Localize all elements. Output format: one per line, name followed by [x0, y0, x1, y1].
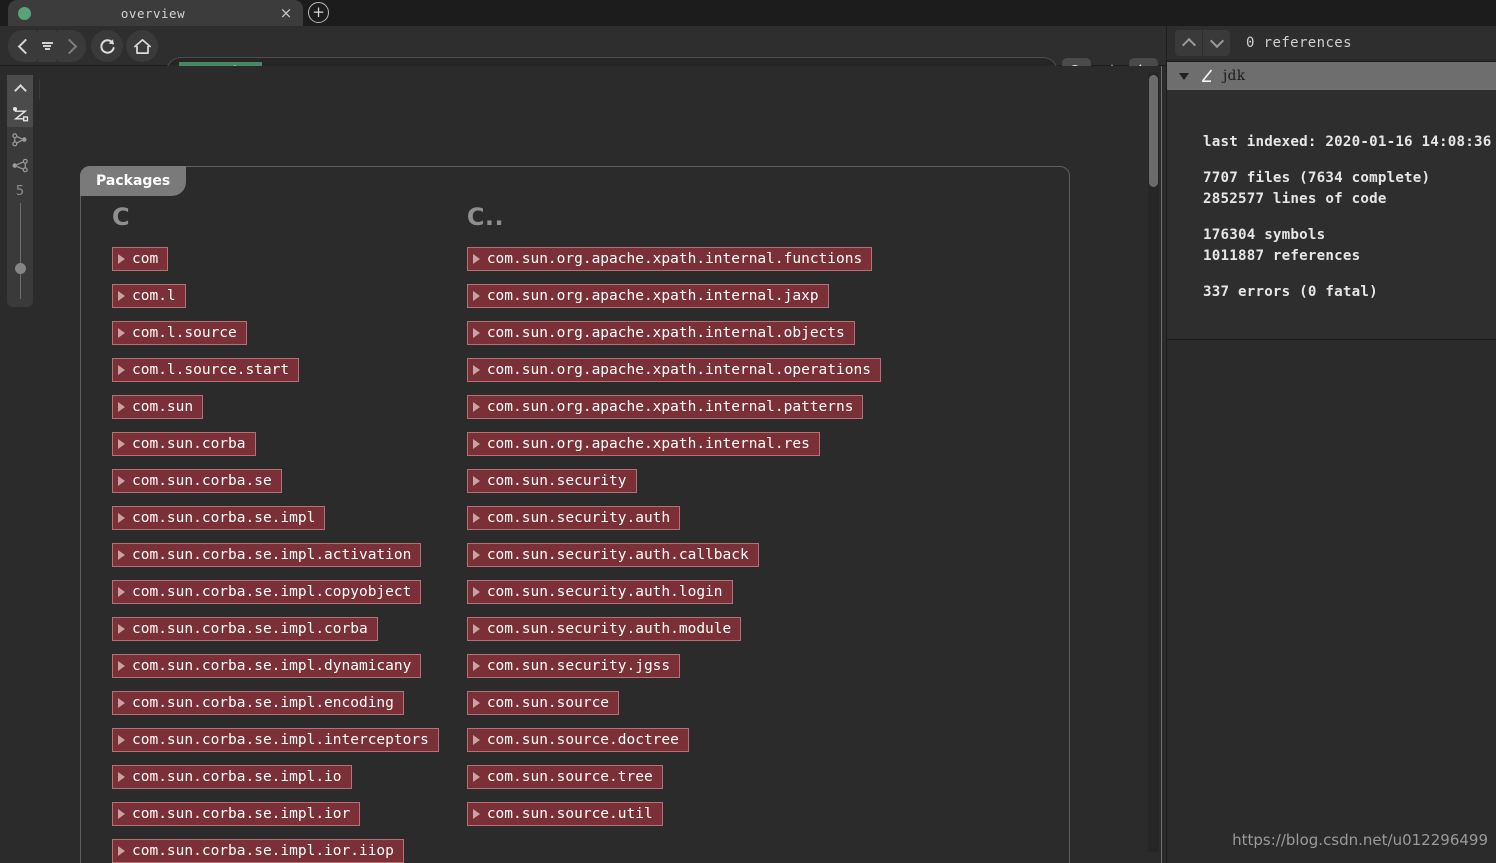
stats-spacer	[1203, 153, 1496, 168]
index-stats: last indexed: 2020-01-16 14:08:36 7707 fi…	[1167, 90, 1496, 340]
triangle-down-icon[interactable]	[1179, 72, 1189, 80]
expand-triangle-icon	[472, 772, 480, 782]
package-chip[interactable]: com.sun.source.doctree	[466, 728, 689, 752]
left-rail: 5	[7, 75, 33, 307]
expand-triangle-icon	[472, 365, 480, 375]
right-panel: 0 references jdk last indexed: 2020-01-1…	[1166, 26, 1496, 863]
stats-line: 337 errors (0 fatal)	[1203, 284, 1378, 300]
back-button[interactable]	[8, 30, 38, 62]
packages-panel: Packages C com com.l com.l.source com.l.sou…	[80, 166, 1070, 863]
tab-title: overview	[120, 5, 186, 21]
tree-node-jdk[interactable]: jdk	[1167, 61, 1496, 90]
package-chip[interactable]: com.sun.source.util	[466, 802, 663, 826]
source-icon	[1199, 68, 1215, 84]
expand-triangle-icon	[472, 254, 480, 264]
stats-line: 1011887 references	[1203, 248, 1361, 264]
chevron-left-icon	[17, 38, 33, 54]
package-chip[interactable]: com.sun.security.jgss	[466, 654, 681, 678]
package-chip[interactable]: com.sun.security.auth.callback	[466, 543, 759, 567]
rail-network-button[interactable]	[7, 153, 33, 179]
chevron-right-icon	[61, 38, 77, 54]
reload-button[interactable]	[91, 30, 123, 62]
browser-tab-overview[interactable]: overview ×	[8, 0, 303, 26]
scrollbar-thumb[interactable]	[1149, 75, 1158, 187]
right-panel-body	[1167, 339, 1496, 863]
rail-hierarchy-button[interactable]	[7, 127, 33, 153]
slider-knob[interactable]	[15, 263, 26, 274]
stats-line: 176304 symbols	[1203, 227, 1326, 243]
rail-collapse-button[interactable]	[7, 75, 33, 101]
package-chip[interactable]: com.sun.source	[466, 691, 620, 715]
tree-node-label: jdk	[1223, 68, 1246, 84]
expand-triangle-icon	[472, 809, 480, 819]
chevron-down-icon	[1209, 33, 1224, 48]
reload-icon	[99, 38, 115, 54]
package-chip[interactable]: com.sun.org.apache.xpath.internal.jaxp	[466, 284, 829, 308]
history-dropdown-button[interactable]	[38, 30, 56, 62]
rail-depth-slider[interactable]	[7, 201, 33, 301]
rail-graph-button[interactable]	[7, 101, 33, 127]
expand-triangle-icon	[472, 587, 480, 597]
package-chip[interactable]: com.sun.org.apache.xpath.internal.object…	[466, 321, 855, 345]
expand-triangle-icon	[472, 513, 480, 523]
tab-bar: overview × +	[0, 0, 1496, 26]
expand-triangle-icon	[472, 550, 480, 560]
stats-spacer	[1203, 210, 1496, 225]
package-chip[interactable]: com.sun.org.apache.xpath.internal.patter…	[466, 395, 864, 419]
stats-line: last indexed: 2020-01-16 14:08:36	[1203, 134, 1492, 150]
content-scrollbar[interactable]	[1148, 72, 1159, 852]
package-chip[interactable]: com.sun.security.auth	[466, 506, 681, 530]
expand-triangle-icon	[472, 328, 480, 338]
panel-tab-packages[interactable]: Packages	[80, 166, 187, 196]
expand-triangle-icon	[472, 661, 480, 671]
stats-line: 2852577 lines of code	[1203, 191, 1387, 207]
packages-columns: C com com.l com.l.source com.l.source.start…	[81, 203, 1069, 863]
chevron-down-icon	[41, 41, 53, 51]
home-button[interactable]	[126, 30, 158, 62]
rail-depth-value: 5	[15, 184, 25, 199]
expand-triangle-icon	[472, 624, 480, 634]
graph-view-icon	[12, 106, 28, 121]
stats-line: 7707 files (7634 complete)	[1203, 170, 1431, 186]
network-icon	[12, 158, 28, 172]
hierarchy-icon	[11, 132, 27, 146]
package-chip[interactable]: com.sun.source.tree	[466, 765, 663, 789]
next-reference-button[interactable]	[1203, 29, 1230, 56]
package-chip[interactable]: com.sun.security	[466, 469, 637, 493]
tab-status-dot-icon	[18, 6, 31, 20]
stats-spacer	[1203, 267, 1496, 282]
chevron-up-icon	[1181, 37, 1196, 52]
right-panel-header: 0 references	[1167, 26, 1496, 59]
expand-triangle-icon	[472, 698, 480, 708]
index-stats-list: last indexed: 2020-01-16 14:08:36 7707 fi…	[1203, 132, 1496, 303]
new-tab-button[interactable]: +	[308, 2, 329, 23]
column-2-items: com.sun.org.apache.xpath.internal.functi…	[466, 247, 881, 839]
expand-triangle-icon	[472, 291, 480, 301]
expand-triangle-icon	[472, 402, 480, 412]
package-chip[interactable]: com.sun.org.apache.xpath.internal.operat…	[466, 358, 881, 382]
forward-button[interactable]	[56, 30, 86, 62]
package-chip[interactable]: com.sun.security.auth.login	[466, 580, 733, 604]
expand-triangle-icon	[472, 735, 480, 745]
home-icon	[133, 38, 151, 54]
packages-column-2: C.. com.sun.org.apache.xpath.internal.fu…	[40, 203, 881, 863]
slider-track	[19, 203, 21, 299]
close-icon[interactable]: ×	[275, 5, 297, 21]
package-chip[interactable]: com.sun.org.apache.xpath.internal.functi…	[466, 247, 873, 271]
content-divider	[1161, 66, 1162, 863]
previous-reference-button[interactable]	[1175, 29, 1202, 56]
chevron-up-icon	[13, 83, 27, 97]
reference-count-label: 0 references	[1246, 34, 1352, 51]
package-chip[interactable]: com.sun.org.apache.xpath.internal.res	[466, 432, 820, 456]
package-chip[interactable]: com.sun.security.auth.module	[466, 617, 742, 641]
watermark: https://blog.csdn.net/u012296499	[1232, 831, 1488, 849]
main-content: Packages C com com.l com.l.source com.l.sou…	[40, 66, 1166, 863]
expand-triangle-icon	[472, 476, 480, 486]
column-2-header: C..	[466, 203, 505, 231]
expand-triangle-icon	[472, 439, 480, 449]
